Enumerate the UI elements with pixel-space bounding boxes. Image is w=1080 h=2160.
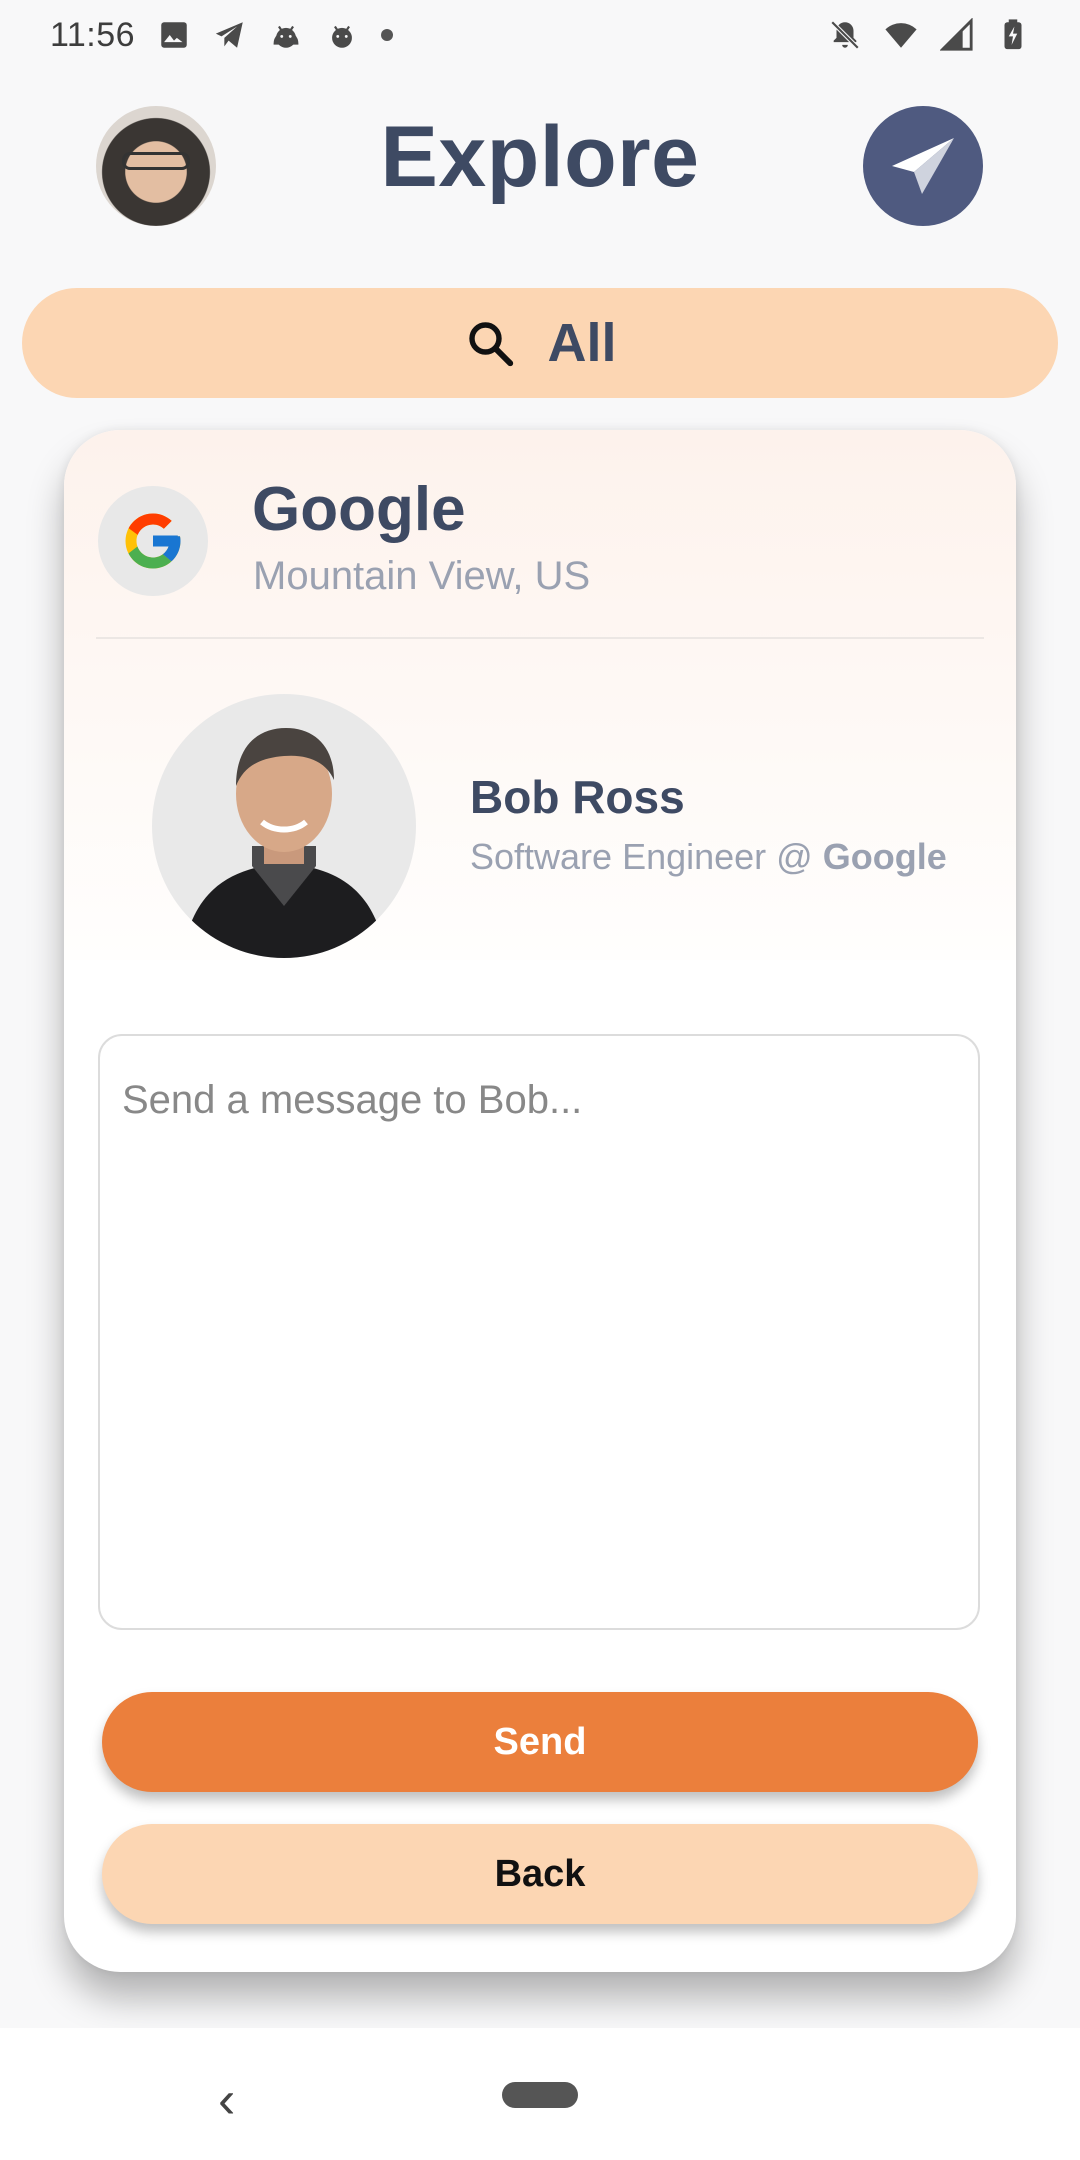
notifications-off-icon <box>830 20 860 50</box>
status-bar: 11:56 <box>0 0 1080 70</box>
filter-all-button[interactable]: All <box>22 288 1058 398</box>
battery-charging-icon <box>1004 19 1022 50</box>
signal-icon <box>940 18 973 51</box>
status-right <box>828 18 1030 52</box>
wifi-icon <box>885 23 917 48</box>
image-icon <box>161 22 187 48</box>
company-name: Google <box>252 475 466 544</box>
card-header: Google Mountain View, US Bob Ross Softwa… <box>64 430 1016 960</box>
send-button[interactable]: Send <box>102 1692 978 1792</box>
card-divider <box>96 637 984 639</box>
status-left: 11:56 <box>50 15 394 55</box>
home-pill-icon[interactable] <box>502 2082 578 2108</box>
top-bar: Explore <box>0 100 1080 230</box>
person-role: Software Engineer @ Google <box>470 836 947 878</box>
person-role-title: Software Engineer @ <box>470 836 823 877</box>
search-icon <box>469 322 514 367</box>
android-icon <box>273 25 299 48</box>
person-portrait <box>182 728 386 958</box>
message-input[interactable] <box>98 1034 980 1630</box>
contact-card: Google Mountain View, US Bob Ross Softwa… <box>64 430 1016 1972</box>
person-role-company: Google <box>822 836 947 877</box>
person-name: Bob Ross <box>470 771 685 823</box>
messages-button[interactable] <box>863 106 983 226</box>
android-icon <box>332 25 352 48</box>
person-photo <box>152 694 416 958</box>
nav-back-icon[interactable]: ‹ <box>218 2070 235 2130</box>
system-nav-bar: ‹ <box>0 2028 1080 2160</box>
google-logo-icon <box>125 513 181 569</box>
company-logo <box>98 486 208 596</box>
filter-label: All <box>547 313 617 373</box>
company-location: Mountain View, US <box>253 554 591 598</box>
telegram-icon <box>215 22 243 48</box>
dot-icon <box>381 29 394 41</box>
paper-plane-icon <box>892 138 954 194</box>
status-time: 11:56 <box>50 15 136 54</box>
back-button[interactable]: Back <box>102 1824 978 1924</box>
